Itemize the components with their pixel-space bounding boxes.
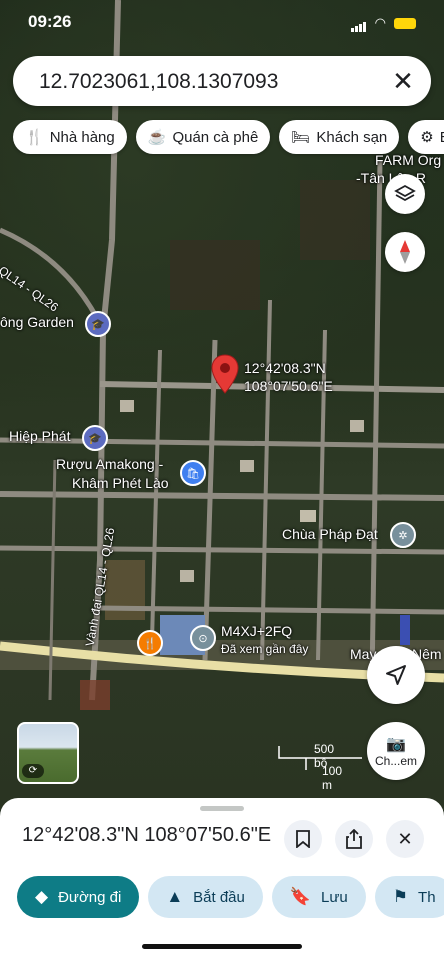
map-label-ruou-2[interactable]: Khâm Phét Lào — [72, 475, 169, 491]
compass-button[interactable] — [385, 232, 425, 272]
start-button[interactable]: ▲ Bắt đầu — [148, 876, 263, 918]
street-view-thumbnail[interactable]: ⟳ — [17, 722, 79, 784]
status-time: 09:26 — [28, 12, 72, 31]
pin-lat-label: 12°42'08.3"N — [244, 360, 326, 376]
navigation-arrow-icon — [386, 665, 406, 685]
close-sheet-button[interactable]: ✕ — [386, 820, 424, 858]
chip-coffee[interactable]: ☕ Quán cà phê — [135, 120, 271, 154]
more-category-icon: ⚙ — [420, 129, 434, 146]
map-label-chua[interactable]: Chùa Pháp Đạt — [282, 526, 378, 542]
layers-button[interactable] — [385, 174, 425, 214]
pin-lng-label: 108°07'50.6"E — [244, 378, 333, 394]
my-location-button[interactable] — [367, 646, 425, 704]
action-buttons: ◆ Đường đi ▲ Bắt đầu 🔖 Lưu ⚑ Th — [17, 876, 444, 918]
history-icon[interactable]: ⊙ — [190, 625, 216, 651]
map-label-garden[interactable]: ông Garden — [0, 314, 74, 330]
wifi-icon: ◠ — [374, 15, 386, 30]
signal-icon — [350, 14, 367, 32]
street-view-label: Ch...em — [374, 754, 417, 768]
directions-icon: ◆ — [35, 887, 49, 906]
save-button[interactable]: 🔖 Lưu — [271, 876, 366, 918]
battery-icon — [394, 17, 416, 29]
bookmark-icon — [296, 830, 310, 848]
map-label-pluscode[interactable]: M4XJ+2FQ — [221, 623, 292, 639]
share-icon — [346, 829, 362, 849]
map-label-hiep-phat[interactable]: Hiệp Phát — [9, 428, 70, 444]
share-button[interactable] — [335, 820, 373, 858]
label-button[interactable]: ⚑ Th — [374, 876, 444, 918]
chip-label: Nhà hàng — [49, 128, 115, 146]
chip-label: Quán cà phê — [172, 128, 259, 146]
layers-icon — [394, 184, 416, 202]
bottom-sheet[interactable]: 12°42'08.3"N 108°07'50.6"E ✕ ◆ Đường đi … — [0, 798, 444, 960]
home-indicator — [142, 944, 302, 949]
close-icon: ✕ — [397, 828, 413, 849]
restaurant-icon: 🍴 — [25, 129, 44, 146]
start-label: Bắt đầu — [193, 888, 245, 906]
temple-icon[interactable]: ✲ — [390, 522, 416, 548]
status-bar: 09:26 ◠ — [0, 0, 444, 44]
chip-hotels[interactable]: 🛏 Khách sạn — [279, 120, 400, 154]
school-icon[interactable]: 🎓 — [82, 425, 108, 451]
directions-label: Đường đi — [58, 888, 122, 906]
label-button-label: Th — [418, 888, 436, 906]
chip-more[interactable]: ⚙ B — [408, 120, 444, 154]
flag-icon: ⚑ — [392, 887, 409, 906]
hotel-icon: 🛏 — [291, 129, 311, 146]
shopping-bag-icon[interactable]: 🛍 — [180, 460, 206, 486]
restaurant-icon[interactable]: 🍴 — [137, 630, 163, 656]
save-label: Lưu — [321, 888, 348, 906]
drag-handle[interactable] — [200, 806, 244, 811]
place-title: 12°42'08.3"N 108°07'50.6"E — [22, 824, 272, 846]
bookmark-icon: 🔖 — [289, 887, 312, 906]
save-bookmark-button[interactable] — [284, 820, 322, 858]
chip-label: Khách sạn — [316, 128, 388, 146]
camera-icon: 📷 — [386, 736, 406, 753]
scale-meters: 100 m — [322, 764, 343, 792]
map-label-farm: FARM Org — [375, 152, 442, 168]
close-icon[interactable]: ✕ — [389, 67, 417, 95]
compass-icon — [400, 240, 410, 264]
map-label-recent: Đã xem gần đây — [221, 642, 309, 656]
chip-label: B — [440, 129, 444, 146]
rotate-360-icon: ⟳ — [22, 764, 44, 778]
chip-restaurants[interactable]: 🍴 Nhà hàng — [13, 120, 127, 154]
search-bar[interactable]: ✕ — [13, 56, 431, 106]
search-input[interactable] — [37, 67, 371, 97]
navigation-icon: ▲ — [166, 887, 184, 906]
map-pin-icon[interactable] — [211, 354, 239, 394]
coffee-icon: ☕ — [147, 129, 167, 146]
map-label-ruou[interactable]: Rượu Amakong - — [56, 456, 163, 472]
directions-button[interactable]: ◆ Đường đi — [17, 876, 140, 918]
street-view-button[interactable]: 📷 Ch...em — [367, 722, 425, 780]
category-chips: 🍴 Nhà hàng ☕ Quán cà phê 🛏 Khách sạn ⚙ B — [13, 120, 444, 154]
school-icon[interactable]: 🎓 — [85, 311, 111, 337]
